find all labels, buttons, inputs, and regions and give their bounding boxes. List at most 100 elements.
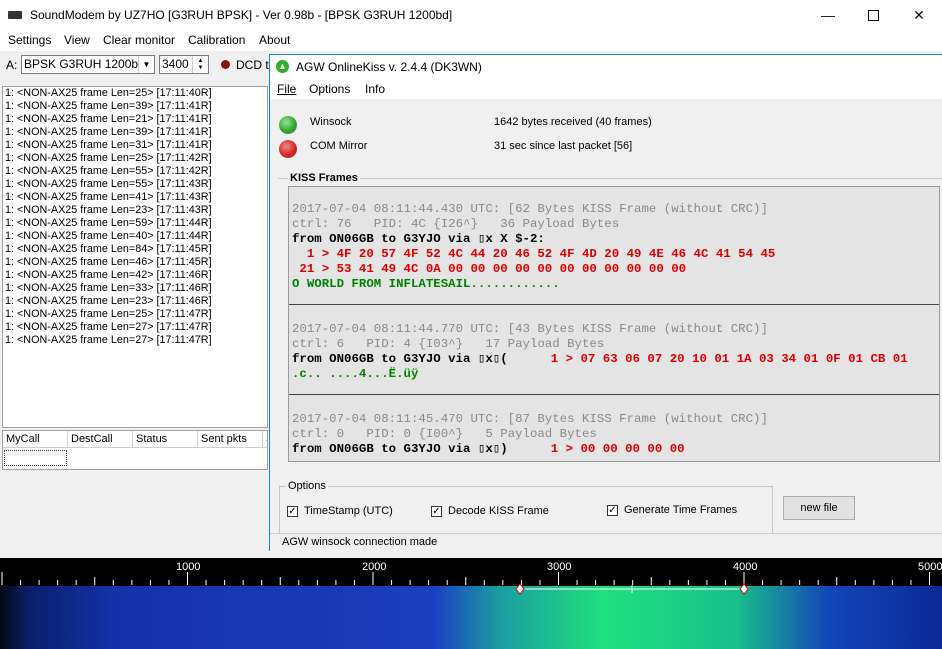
kiss-app-icon: ▲ — [276, 60, 289, 73]
tick-label-5000: 5000 — [918, 561, 942, 573]
monitor-line: 1: <NON-AX25 frame Len=25> [17:11:42R] — [5, 152, 212, 164]
winsock-led-icon — [279, 116, 297, 134]
waterfall-spectrum — [0, 586, 942, 649]
frame-2-ctrl: ctrl: 6 PID: 4 {I03^} 17 Payload Bytes — [292, 337, 605, 351]
app-icon — [8, 11, 22, 19]
main-menu-bar: Settings View Clear monitor Calibration … — [0, 30, 942, 51]
menu-view[interactable]: View — [64, 33, 90, 47]
frame-1-header: 2017-07-04 08:11:44.430 UTC: [62 Bytes K… — [292, 202, 768, 216]
waterfall-display[interactable]: 1000 2000 3000 4000 5000 — [0, 558, 942, 649]
kiss-menu-bar: File Options Info — [270, 78, 942, 99]
kiss-title-bar: ▲ AGW OnlineKiss v. 2.4.4 (DK3WN) — [270, 55, 942, 78]
modem-select[interactable]: BPSK G3RUH 1200bd ▼ — [21, 55, 155, 74]
kiss-window-title: AGW OnlineKiss v. 2.4.4 (DK3WN) — [296, 60, 482, 74]
com-mirror-status: 31 sec since last packet [56] — [494, 140, 633, 152]
table-row[interactable] — [4, 450, 67, 466]
minimize-button[interactable]: — — [805, 0, 851, 30]
kiss-window: ▲ AGW OnlineKiss v. 2.4.4 (DK3WN) File O… — [269, 54, 942, 552]
kiss-menu-file[interactable]: File — [277, 82, 296, 96]
menu-clear-monitor[interactable]: Clear monitor — [103, 33, 175, 47]
status-bar: AGW winsock connection made — [270, 533, 942, 552]
menu-about[interactable]: About — [259, 33, 290, 47]
frame-3-route: from ON06GB to G3YJO via ▯x▯) — [292, 442, 508, 456]
frequency-spinner[interactable]: 3400 ▲ ▼ — [159, 55, 209, 74]
kiss-frames-view[interactable]: 2017-07-04 08:11:44.430 UTC: [62 Bytes K… — [288, 186, 940, 462]
column-s[interactable]: S — [263, 431, 267, 448]
monitor-line: 1: <NON-AX25 frame Len=25> [17:11:40R] — [5, 87, 212, 99]
main-window-title: SoundModem by UZ7HO [G3RUH BPSK] - Ver 0… — [30, 8, 453, 22]
tick-label-2000: 2000 — [362, 561, 387, 573]
frame-3-ctrl: ctrl: 0 PID: 0 {I00^} 5 Payload Bytes — [292, 427, 597, 441]
new-file-button[interactable]: new file — [783, 496, 855, 520]
monitor-line: 1: <NON-AX25 frame Len=39> [17:11:41R] — [5, 126, 212, 138]
monitor-line: 1: <NON-AX25 frame Len=31> [17:11:41R] — [5, 139, 212, 151]
kiss-frames-label: KISS Frames — [288, 172, 360, 184]
column-status[interactable]: Status — [133, 431, 198, 448]
waterfall-svg — [0, 572, 942, 649]
frame-3-hex-1: 1 > 00 00 00 00 00 — [521, 442, 685, 456]
monitor-line: 1: <NON-AX25 frame Len=41> [17:11:43R] — [5, 191, 212, 203]
time-frames-label: Generate Time Frames — [624, 504, 738, 516]
options-label: Options — [286, 480, 328, 492]
monitor-line: 1: <NON-AX25 frame Len=25> [17:11:47R] — [5, 308, 212, 320]
frame-separator — [289, 394, 939, 395]
column-destcall[interactable]: DestCall — [68, 431, 133, 448]
winsock-label: Winsock — [310, 116, 352, 128]
tick-label-1000: 1000 — [176, 561, 201, 573]
frame-1-ascii: O WORLD FROM INFLATESAIL............ — [292, 277, 560, 291]
monitor-line: 1: <NON-AX25 frame Len=21> [17:11:41R] — [5, 113, 212, 125]
monitor-line: 1: <NON-AX25 frame Len=40> [17:11:44R] — [5, 230, 212, 242]
frame-1-ctrl: ctrl: 76 PID: 4C {I26^} 36 Payload Bytes — [292, 217, 620, 231]
monitor-line: 1: <NON-AX25 frame Len=27> [17:11:47R] — [5, 321, 212, 333]
status-text: AGW winsock connection made — [282, 536, 438, 548]
monitor-line: 1: <NON-AX25 frame Len=55> [17:11:42R] — [5, 165, 212, 177]
frame-2-header: 2017-07-04 08:11:44.770 UTC: [43 Bytes K… — [292, 322, 768, 336]
frame-2-route: from ON06GB to G3YJO via ▯x▯( — [292, 352, 508, 366]
connection-table: MyCall DestCall Status Sent pkts S — [2, 430, 268, 470]
frame-separator — [289, 304, 939, 305]
frame-3-header: 2017-07-04 08:11:45.470 UTC: [87 Bytes K… — [292, 412, 768, 426]
main-title-bar: SoundModem by UZ7HO [G3RUH BPSK] - Ver 0… — [0, 0, 942, 30]
channel-label: A: — [6, 58, 18, 72]
frame-2-ascii: .c.. ....4...Ë.üÿ — [292, 367, 419, 381]
monitor-line: 1: <NON-AX25 frame Len=55> [17:11:43R] — [5, 178, 212, 190]
com-mirror-led-icon — [279, 140, 297, 158]
monitor-line: 1: <NON-AX25 frame Len=27> [17:11:47R] — [5, 334, 212, 346]
frequency-value: 3400 — [162, 57, 189, 71]
frame-2-hex-1: 1 > 07 63 06 07 20 10 01 1A 03 34 01 0F … — [521, 352, 908, 366]
monitor-list[interactable]: 1: <NON-AX25 frame Len=25> [17:11:40R] 1:… — [2, 86, 268, 428]
monitor-line: 1: <NON-AX25 frame Len=23> [17:11:46R] — [5, 295, 212, 307]
monitor-line: 1: <NON-AX25 frame Len=33> [17:11:46R] — [5, 282, 212, 294]
timestamp-label: TimeStamp (UTC) — [304, 505, 393, 517]
menu-settings[interactable]: Settings — [8, 33, 51, 47]
frame-1-hex-2: 21 > 53 41 49 4C 0A 00 00 00 00 00 00 00… — [292, 262, 687, 276]
time-frames-checkbox[interactable]: ✓ — [607, 505, 618, 516]
monitor-line: 1: <NON-AX25 frame Len=39> [17:11:41R] — [5, 100, 212, 112]
com-mirror-label: COM Mirror — [310, 140, 368, 152]
tick-label-4000: 4000 — [733, 561, 758, 573]
column-mycall[interactable]: MyCall — [3, 431, 68, 448]
chevron-down-icon: ▼ — [138, 56, 154, 73]
decode-kiss-checkbox[interactable]: ✓ — [431, 506, 442, 517]
maximize-button[interactable] — [850, 0, 896, 30]
kiss-menu-options[interactable]: Options — [309, 82, 350, 96]
column-sent-pkts[interactable]: Sent pkts — [198, 431, 263, 448]
kiss-menu-info[interactable]: Info — [365, 82, 385, 96]
tick-label-3000: 3000 — [547, 561, 572, 573]
monitor-line: 1: <NON-AX25 frame Len=59> [17:11:44R] — [5, 217, 212, 229]
monitor-line: 1: <NON-AX25 frame Len=46> [17:11:45R] — [5, 256, 212, 268]
monitor-line: 1: <NON-AX25 frame Len=23> [17:11:43R] — [5, 204, 212, 216]
frame-1-hex-1: 1 > 4F 20 57 4F 52 4C 44 20 46 52 4F 4D … — [292, 247, 776, 261]
decode-kiss-label: Decode KISS Frame — [448, 505, 549, 517]
menu-calibration[interactable]: Calibration — [188, 33, 245, 47]
modem-select-value: BPSK G3RUH 1200bd — [24, 57, 145, 71]
frame-1-route: from ON06GB to G3YJO via ▯x X $-2: — [292, 232, 545, 246]
dcd-indicator-icon — [221, 60, 230, 69]
timestamp-checkbox[interactable]: ✓ — [287, 506, 298, 517]
close-button[interactable]: ✕ — [896, 0, 942, 30]
monitor-line: 1: <NON-AX25 frame Len=42> [17:11:46R] — [5, 269, 212, 281]
divider — [278, 178, 942, 179]
frequency-ruler — [1, 572, 930, 585]
monitor-line: 1: <NON-AX25 frame Len=84> [17:11:45R] — [5, 243, 212, 255]
winsock-status: 1642 bytes received (40 frames) — [494, 116, 652, 128]
